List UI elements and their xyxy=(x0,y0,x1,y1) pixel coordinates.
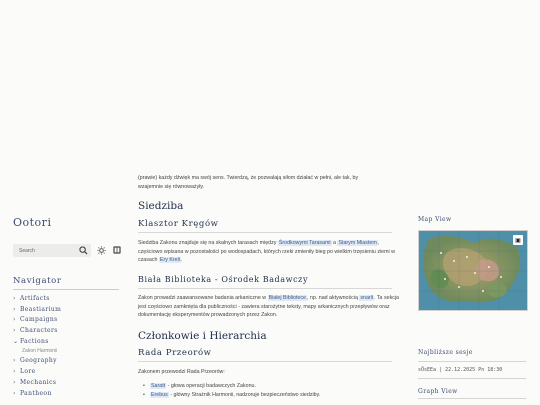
chevron-right-icon[interactable]: › xyxy=(13,356,20,367)
chevron-right-icon[interactable]: › xyxy=(13,305,20,316)
heading-czlonkowie: Członkowie i Hierarchia xyxy=(138,330,267,342)
chevron-right-icon[interactable]: › xyxy=(13,294,20,305)
members-list: Saratt - głowa operacji badawczych Zakon… xyxy=(138,382,400,400)
sidebar-divider xyxy=(418,398,526,399)
link-era-kreli[interactable]: Ery Kreli xyxy=(158,257,181,263)
biblioteka-paragraph: Zakon prowadzi zaawansowane badania arka… xyxy=(138,295,399,318)
heading-klasztor: Klasztor Kręgów xyxy=(138,219,219,229)
reader-mode-icon[interactable] xyxy=(113,246,121,254)
map-view[interactable]: ▣ xyxy=(418,230,528,311)
section-divider xyxy=(138,361,392,362)
link-snarli[interactable]: snarli xyxy=(359,295,375,301)
navigator-divider xyxy=(13,289,119,290)
session-entry[interactable]: sÖsEEa | 22.12.2025 Pn 18:30 xyxy=(418,367,502,373)
link-erebus[interactable]: Erebus xyxy=(150,392,169,398)
nav-item-mechanics[interactable]: › Mechanics xyxy=(13,378,61,389)
chevron-right-icon[interactable]: › xyxy=(13,389,20,400)
nav-item-factions[interactable]: ⌄ Factions xyxy=(13,337,61,348)
link-saratt[interactable]: Saratt xyxy=(150,383,167,389)
list-item: Erebus - główny Strażnik Harmonii, nadzo… xyxy=(138,391,400,400)
section-divider xyxy=(138,232,392,233)
navigator-heading: Navigator xyxy=(13,276,62,286)
section-divider xyxy=(138,288,392,289)
theme-toggle-icon[interactable] xyxy=(97,246,106,255)
map-image[interactable] xyxy=(419,231,527,310)
site-title[interactable]: Ootori xyxy=(13,216,51,229)
chevron-down-icon[interactable]: ⌄ xyxy=(13,337,20,348)
nav-item-artifacts[interactable]: › Artifacts xyxy=(13,294,61,305)
nav-item-characters[interactable]: › Characters xyxy=(13,326,61,337)
link-srodkowe-tarasy[interactable]: Środkowymi Tarasami xyxy=(277,240,332,246)
chevron-right-icon[interactable]: › xyxy=(13,367,20,378)
link-biala-biblioteka[interactable]: Białej Bibliotece xyxy=(267,295,307,301)
nav-item-beastiarium[interactable]: › Beastiarium xyxy=(13,305,61,316)
navigator-list: › Artifacts › Beastiarium › Campaigns › Char… xyxy=(13,294,61,399)
heading-rada-przeorow: Rada Przeorów xyxy=(138,348,212,358)
graph-view-title: Graph View xyxy=(418,388,458,395)
heading-biala-biblioteka: Biała Biblioteka - Ośrodek Badawczy xyxy=(138,275,309,284)
link-stare-miasto[interactable]: Starym Miastem xyxy=(337,240,378,246)
map-fullscreen-icon[interactable]: ▣ xyxy=(513,235,523,245)
klasztor-paragraph: Siedziba Zakonu znajduje się na skalnych… xyxy=(138,240,396,263)
nav-item-geography[interactable]: › Geography xyxy=(13,356,61,367)
heading-siedziba: Siedziba xyxy=(138,200,184,212)
chevron-right-icon[interactable]: › xyxy=(13,378,20,389)
intro-paragraph: (prawie) każdy dźwięk ma swój sens. Twie… xyxy=(138,175,359,190)
chevron-right-icon[interactable]: › xyxy=(13,326,20,337)
search-icon[interactable] xyxy=(79,246,88,255)
rada-intro: Zakonem przewodzi Rada Przeorów: xyxy=(138,369,225,375)
list-item: Saratt - głowa operacji badawczych Zakon… xyxy=(138,382,400,391)
chevron-right-icon[interactable]: › xyxy=(13,315,20,326)
nav-item-zakon-harmonii[interactable]: Zakon Harmonii xyxy=(13,347,61,356)
nav-item-pantheon[interactable]: › Pantheon xyxy=(13,389,61,400)
nav-item-campaigns[interactable]: › Campaigns xyxy=(13,315,61,326)
map-view-title: Map View xyxy=(418,216,452,223)
sidebar-divider xyxy=(418,378,526,379)
recent-sessions-title: Najbliższe sesje xyxy=(418,349,473,356)
sidebar-divider xyxy=(418,361,526,362)
nav-item-lore[interactable]: › Lore xyxy=(13,367,61,378)
